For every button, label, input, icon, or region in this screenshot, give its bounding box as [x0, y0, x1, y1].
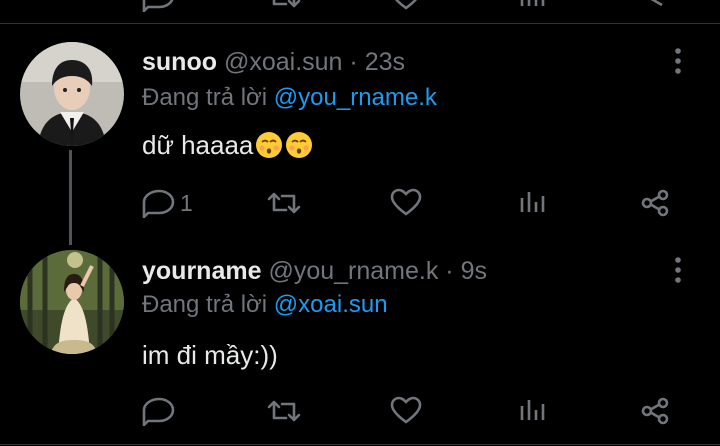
tweet-actions [0, 391, 720, 431]
views-button[interactable] [517, 391, 547, 431]
reply-button[interactable] [142, 391, 180, 431]
tweet-text: im đi mầy:)) [142, 340, 278, 371]
share-icon [641, 397, 669, 425]
like-button[interactable] [389, 391, 423, 431]
tweet-text-content: im đi mầy:)) [142, 340, 278, 370]
reply-icon [142, 397, 175, 426]
bottom-divider [0, 444, 720, 445]
retweet-button[interactable] [266, 391, 302, 431]
tweet-header: yourname @you_rname.k · 9s [142, 257, 487, 286]
header-separator: · [445, 257, 454, 285]
display-name[interactable]: yourname [142, 257, 261, 285]
retweet-icon [267, 400, 301, 422]
views-icon [520, 400, 545, 420]
more-options-icon[interactable] [668, 255, 688, 285]
timestamp[interactable]: 9s [461, 257, 487, 285]
tweet-2[interactable]: yourname @you_rname.k · 9s Đang trả lời … [0, 0, 720, 446]
replying-to-label: Đang trả lời [142, 291, 268, 318]
avatar-image [20, 250, 124, 354]
share-button[interactable] [640, 391, 670, 431]
replying-to: Đang trả lời @xoai.sun [142, 291, 388, 319]
replying-to-mention[interactable]: @xoai.sun [274, 291, 388, 318]
avatar[interactable] [20, 250, 124, 354]
like-icon [390, 396, 422, 424]
user-handle[interactable]: @you_rname.k [268, 257, 438, 285]
